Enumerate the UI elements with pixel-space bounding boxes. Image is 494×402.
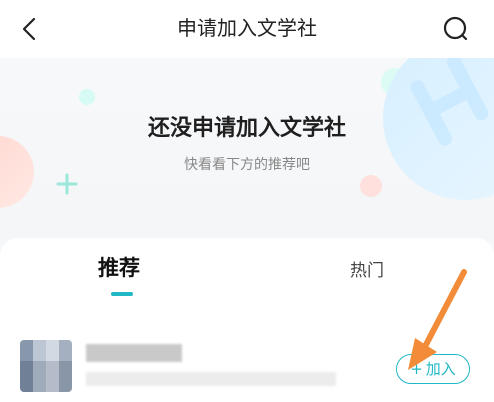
join-button-label: 加入 (425, 360, 456, 378)
hero-decoration (0, 58, 494, 208)
avatar-blur-overlay (20, 340, 72, 392)
empty-state-title: 还没申请加入文学社 (147, 116, 346, 141)
mint-dot (79, 89, 95, 105)
search-icon (443, 16, 468, 41)
page-title: 申请加入文学社 (177, 16, 317, 40)
pink-dot (360, 175, 382, 197)
empty-state-subtitle: 快看看下方的推荐吧 (184, 157, 310, 173)
sparkle-icon (56, 173, 78, 195)
tab-recommend[interactable]: 推荐 (98, 254, 140, 282)
active-tab-indicator (111, 292, 133, 296)
tab-hot[interactable]: 热门 (350, 257, 384, 285)
search-button[interactable] (440, 14, 472, 46)
hero-banner: 还没申请加入文学社 快看看下方的推荐吧 (0, 58, 494, 240)
join-button[interactable]: + 加入 (396, 354, 470, 384)
blurred-club-description (86, 372, 336, 386)
recommendation-panel: 推荐 热门 + 加入 (0, 238, 494, 402)
plus-icon: + (410, 360, 423, 378)
club-avatar[interactable] (20, 340, 72, 392)
blurred-club-name (86, 344, 182, 362)
list-item[interactable]: + 加入 (0, 336, 494, 402)
top-navigation-bar: 申请加入文学社 (0, 0, 494, 58)
